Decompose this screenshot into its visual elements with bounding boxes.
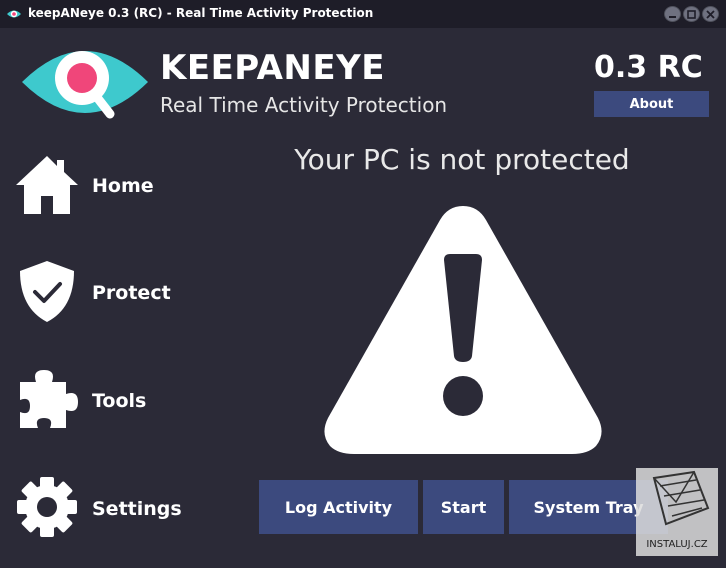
app-brand-name: KEEPANEYE [160, 48, 385, 88]
sidebar-item-label: Tools [92, 390, 147, 412]
about-button[interactable]: About [594, 91, 709, 117]
puzzle-icon [20, 370, 78, 428]
gear-icon [17, 477, 77, 537]
sidebar-item-label: Home [92, 175, 154, 197]
warning-icon [324, 206, 602, 454]
version-label: 0.3 RC [594, 50, 703, 85]
watermark-logo-icon [652, 470, 710, 526]
close-button[interactable] [702, 6, 719, 22]
home-icon [16, 156, 78, 214]
keepaneye-logo-icon [22, 51, 148, 119]
watermark: INSTALUJ.CZ [636, 468, 718, 556]
sidebar-item-settings[interactable]: Settings [14, 474, 214, 544]
sidebar-item-protect[interactable]: Protect [14, 258, 214, 328]
minimize-icon [669, 16, 676, 18]
maximize-button[interactable] [683, 6, 700, 22]
maximize-icon [687, 10, 696, 19]
app-tagline: Real Time Activity Protection [160, 93, 448, 117]
sidebar-item-label: Settings [92, 498, 182, 520]
shield-check-icon [20, 261, 74, 322]
app-eye-icon [7, 10, 21, 18]
start-button[interactable]: Start [423, 480, 504, 534]
sidebar-item-label: Protect [92, 282, 171, 304]
protection-status-text: Your PC is not protected [294, 143, 630, 176]
title-bar: keepANeye 0.3 (RC) - Real Time Activity … [0, 0, 726, 28]
sidebar-item-tools[interactable]: Tools [14, 366, 214, 436]
window-title: keepANeye 0.3 (RC) - Real Time Activity … [28, 6, 374, 20]
sidebar-item-home[interactable]: Home [14, 152, 214, 222]
minimize-button[interactable] [664, 6, 681, 22]
log-activity-button[interactable]: Log Activity [259, 480, 418, 534]
watermark-text: INSTALUJ.CZ [646, 539, 708, 550]
close-icon [706, 10, 715, 19]
